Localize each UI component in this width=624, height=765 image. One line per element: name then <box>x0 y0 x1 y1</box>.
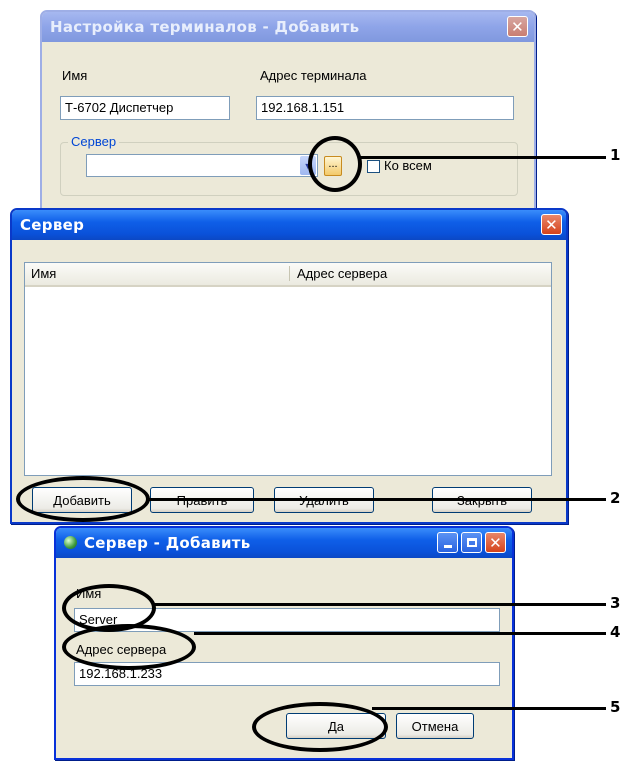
terminal-settings-window: Настройка терминалов - Добавить ✕ Имя Т-… <box>40 10 536 225</box>
terminal-address-label: Адрес терминала <box>260 68 367 83</box>
to-all-checkbox[interactable] <box>367 160 380 173</box>
add-server-title: Сервер - Добавить <box>84 534 251 552</box>
add-server-titlebar[interactable]: Сервер - Добавить ✕ <box>56 528 512 558</box>
browse-server-button[interactable]: ... <box>324 156 342 176</box>
terminal-address-field[interactable]: 192.168.1.151 <box>256 96 514 120</box>
ok-button[interactable]: Да <box>286 713 386 739</box>
server-select[interactable] <box>86 154 318 177</box>
server-address-field[interactable]: 192.168.1.233 <box>74 662 500 686</box>
server-table[interactable]: Имя Адрес сервера <box>24 262 552 476</box>
server-name-field[interactable]: Server <box>74 608 500 632</box>
close-icon[interactable]: ✕ <box>485 532 506 553</box>
server-window-titlebar[interactable]: Сервер ✕ <box>12 210 566 240</box>
terminal-name-field[interactable]: Т-6702 Диспетчер <box>60 96 230 120</box>
add-button[interactable]: Добавить <box>32 487 132 513</box>
terminal-name-label: Имя <box>62 68 88 83</box>
cancel-button[interactable]: Отмена <box>396 713 474 739</box>
server-window-title: Сервер <box>20 216 85 234</box>
server-name-label: Имя <box>76 586 102 601</box>
close-icon[interactable]: ✕ <box>507 16 528 37</box>
callout-2: 2 <box>610 489 621 507</box>
add-server-window: Сервер - Добавить ✕ Имя Server Адрес сер… <box>54 526 514 760</box>
minimize-icon[interactable] <box>437 532 458 553</box>
to-all-label: Ко всем <box>384 158 432 173</box>
server-address-label: Адрес сервера <box>76 642 167 657</box>
delete-button[interactable]: Удалить <box>274 487 374 513</box>
close-icon[interactable]: ✕ <box>541 214 562 235</box>
maximize-icon[interactable] <box>461 532 482 553</box>
table-header: Имя Адрес сервера <box>25 263 551 287</box>
callout-3: 3 <box>610 594 621 612</box>
terminal-window-titlebar[interactable]: Настройка терминалов - Добавить ✕ <box>42 12 534 42</box>
terminal-window-title: Настройка терминалов - Добавить <box>50 18 360 36</box>
callout-4: 4 <box>610 623 621 641</box>
app-icon <box>64 536 77 549</box>
server-list-window: Сервер ✕ Имя Адрес сервера Добавить Прав… <box>10 208 568 524</box>
callout-1: 1 <box>610 146 621 164</box>
close-button[interactable]: Закрыть <box>432 487 532 513</box>
edit-button[interactable]: Править <box>150 487 254 513</box>
column-header-address[interactable]: Адрес сервера <box>297 266 387 281</box>
server-group-label: Сервер <box>68 134 120 149</box>
column-header-name[interactable]: Имя <box>31 266 290 281</box>
chevron-down-icon[interactable]: ▼ <box>300 156 316 175</box>
callout-5: 5 <box>610 698 621 716</box>
